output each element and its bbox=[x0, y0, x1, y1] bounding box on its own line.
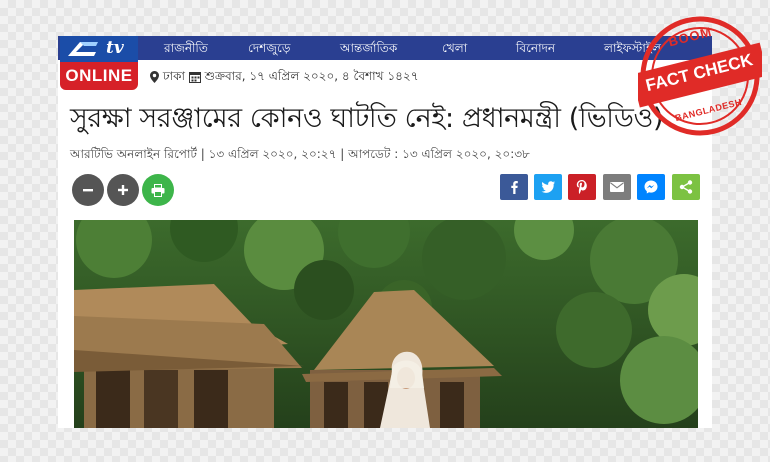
dateline-location: ঢাকা bbox=[162, 69, 185, 83]
email-icon bbox=[610, 182, 624, 192]
share-pinterest-button[interactable] bbox=[568, 174, 596, 200]
logo-r-mark bbox=[68, 42, 98, 56]
nav-item-entertainment[interactable]: বিনোদন bbox=[516, 36, 555, 60]
nav-item-national[interactable]: দেশজুড়ে bbox=[248, 36, 290, 60]
share-twitter-button[interactable] bbox=[534, 174, 562, 200]
share-messenger-button[interactable] bbox=[637, 174, 665, 200]
messenger-icon bbox=[644, 180, 658, 194]
pinterest-icon bbox=[576, 180, 587, 194]
article-headline: সুরক্ষা সরঞ্জামের কোনও ঘাটতি নেই: প্রধান… bbox=[70, 103, 664, 134]
minus-icon bbox=[83, 189, 93, 192]
nav-item-sports[interactable]: খেলা bbox=[442, 36, 467, 60]
stamp-fact-check-text: FACT CHECK bbox=[643, 50, 755, 96]
share-icon bbox=[679, 180, 693, 194]
zoom-out-button[interactable] bbox=[72, 174, 104, 206]
print-icon bbox=[151, 183, 165, 197]
logo-online-text: ONLINE bbox=[60, 62, 138, 90]
print-button[interactable] bbox=[142, 174, 174, 206]
logo-tv-text: tv bbox=[106, 38, 124, 58]
calendar-icon bbox=[188, 71, 201, 83]
nav-item-international[interactable]: আন্তর্জাতিক bbox=[340, 36, 397, 60]
article-byline: আরটিভি অনলাইন রিপোর্ট | ১৩ এপ্রিল ২০২০, … bbox=[70, 147, 530, 161]
share-more-button[interactable] bbox=[672, 174, 700, 200]
plus-icon bbox=[118, 185, 128, 195]
facebook-icon bbox=[511, 181, 518, 194]
zoom-in-button[interactable] bbox=[107, 174, 139, 206]
boom-fact-check-stamp: BOOM FACT CHECK BANGLADESH bbox=[631, 14, 768, 138]
dateline-date: শুক্রবার, ১৭ এপ্রিল ২০২০, ৪ বৈশাখ ১৪২৭ bbox=[204, 69, 419, 83]
rtv-online-logo[interactable]: tv ONLINE bbox=[60, 36, 138, 92]
share-email-button[interactable] bbox=[603, 174, 631, 200]
village-scene-image bbox=[74, 220, 698, 428]
article-video-thumbnail[interactable] bbox=[74, 220, 698, 428]
nav-item-politics[interactable]: রাজনীতি bbox=[164, 36, 208, 60]
main-navbar: রাজনীতি দেশজুড়ে আন্তর্জাতিক খেলা বিনোদন… bbox=[58, 36, 712, 60]
location-pin-icon bbox=[150, 70, 159, 83]
share-facebook-button[interactable] bbox=[500, 174, 528, 200]
article-page: রাজনীতি দেশজুড়ে আন্তর্জাতিক খেলা বিনোদন… bbox=[58, 36, 712, 428]
stamp-bangladesh-text: BANGLADESH bbox=[674, 96, 743, 124]
twitter-icon bbox=[541, 181, 555, 193]
logo-top-band: tv bbox=[60, 36, 138, 62]
dateline: ঢাকা শুক্রবার, ১৭ এপ্রিল ২০২০, ৪ বৈশাখ ১… bbox=[150, 67, 419, 85]
